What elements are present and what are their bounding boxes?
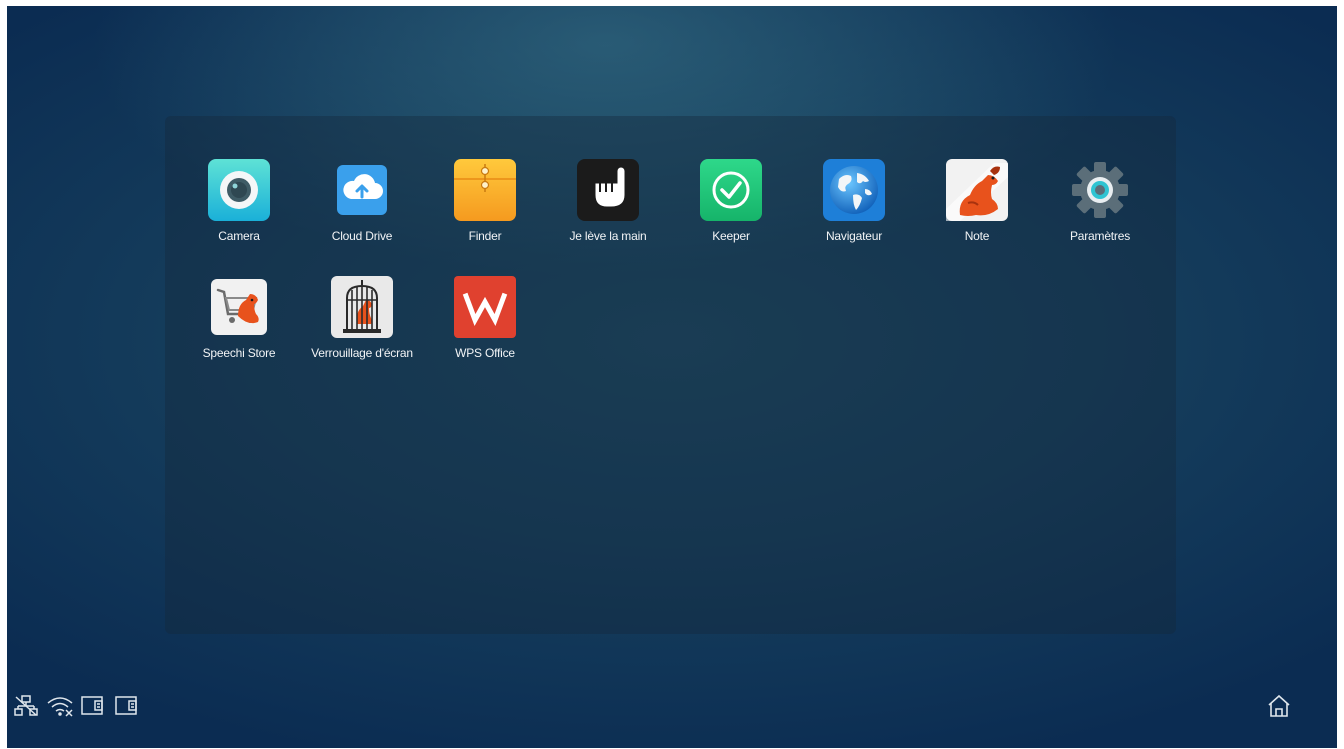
app-label: Navigateur bbox=[825, 229, 883, 243]
app-label: Verrouillage d'écran bbox=[311, 346, 413, 360]
wps-office-icon bbox=[454, 276, 516, 338]
app-wps-office[interactable]: WPS Office bbox=[425, 276, 545, 386]
desktop-screen: Camera Cloud Drive Finder Je lève la mai… bbox=[7, 6, 1337, 748]
app-label: Finder bbox=[468, 229, 502, 243]
app-label: Keeper bbox=[712, 229, 750, 243]
app-note[interactable]: Note bbox=[917, 159, 1037, 269]
app-je-leve-la-main[interactable]: Je lève la main bbox=[548, 159, 668, 269]
home-icon bbox=[1268, 694, 1290, 717]
app-navigateur[interactable]: Navigateur bbox=[794, 159, 914, 269]
wifi-disconnected-icon[interactable] bbox=[46, 695, 74, 717]
camera-icon bbox=[208, 159, 270, 221]
app-label: Je lève la main bbox=[569, 229, 647, 243]
dog-note-icon bbox=[946, 159, 1008, 221]
app-label: Cloud Drive bbox=[331, 229, 393, 243]
app-label: Camera bbox=[218, 229, 260, 243]
app-label: Speechi Store bbox=[202, 346, 276, 360]
app-label: Note bbox=[964, 229, 990, 243]
app-finder[interactable]: Finder bbox=[425, 159, 545, 269]
caged-dog-lock-icon bbox=[331, 276, 393, 338]
app-parametres[interactable]: Paramètres bbox=[1040, 159, 1160, 269]
gear-icon bbox=[1072, 162, 1128, 218]
ethernet-disconnected-icon[interactable] bbox=[12, 695, 40, 717]
app-cloud-drive[interactable]: Cloud Drive bbox=[302, 159, 422, 269]
device-screen-icon[interactable] bbox=[114, 695, 142, 717]
home-button[interactable] bbox=[1266, 694, 1292, 718]
app-drawer-panel: Camera Cloud Drive Finder Je lève la mai… bbox=[165, 116, 1176, 634]
device-screen-icon[interactable] bbox=[80, 695, 108, 717]
globe-icon bbox=[823, 159, 885, 221]
app-keeper[interactable]: Keeper bbox=[671, 159, 791, 269]
status-bar bbox=[12, 695, 142, 717]
app-label: WPS Office bbox=[455, 346, 515, 360]
broom-cleaner-icon bbox=[700, 159, 762, 221]
cloud-drive-icon bbox=[337, 165, 387, 215]
folder-envelope-icon bbox=[454, 159, 516, 221]
app-camera[interactable]: Camera bbox=[179, 159, 299, 269]
dog-cart-store-icon bbox=[211, 279, 267, 335]
raised-hand-icon bbox=[577, 159, 639, 221]
app-label: Paramètres bbox=[1069, 229, 1131, 243]
app-verrouillage-ecran[interactable]: Verrouillage d'écran bbox=[302, 276, 422, 386]
app-speechi-store[interactable]: Speechi Store bbox=[179, 276, 299, 386]
